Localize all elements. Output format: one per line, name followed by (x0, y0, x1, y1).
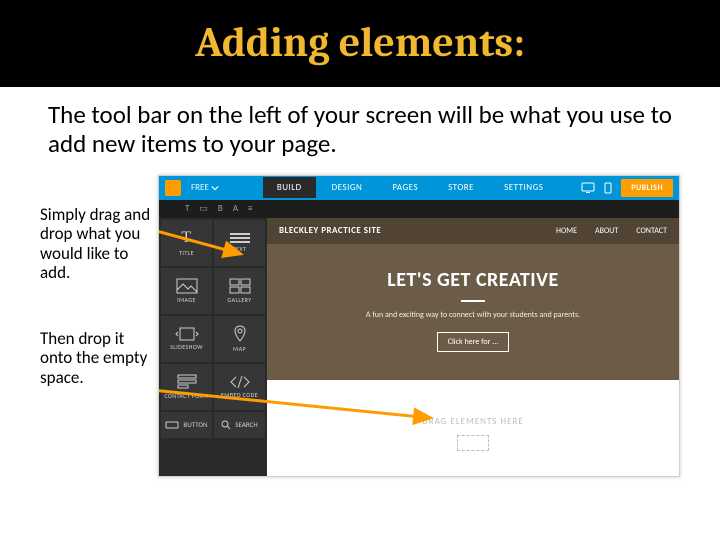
publish-button[interactable]: PUBLISH (621, 179, 673, 197)
button-icon (165, 421, 179, 429)
hero-cta-button[interactable]: Click here for ... (437, 332, 510, 352)
hero-heading[interactable]: LET'S GET CREATIVE (287, 268, 659, 292)
tab-settings[interactable]: SETTINGS (490, 177, 557, 198)
desktop-preview-icon[interactable] (581, 181, 595, 195)
site-preview: BLECKLEY PRACTICE SITE HOME ABOUT CONTAC… (267, 218, 679, 476)
editor-screenshot: FREE BUILD DESIGN PAGES STORE SETTINGS P… (158, 175, 680, 477)
nav-home[interactable]: HOME (556, 226, 577, 236)
hero-section: LET'S GET CREATIVE A fun and exciting wa… (267, 244, 679, 368)
tab-store[interactable]: STORE (434, 177, 488, 198)
plan-label: FREE (191, 182, 209, 193)
map-pin-icon (231, 325, 249, 343)
intro-text: The tool bar on the left of your screen … (0, 87, 720, 169)
ql-align-icon[interactable]: ≡ (248, 203, 252, 214)
palette-image[interactable]: IMAGE (161, 268, 212, 314)
palette-search[interactable]: SEARCH (214, 412, 265, 438)
site-nav-bar: BLECKLEY PRACTICE SITE HOME ABOUT CONTAC… (267, 218, 679, 244)
palette-map[interactable]: MAP (214, 316, 265, 362)
palette-embed-code[interactable]: EMBED CODE (214, 364, 265, 410)
tab-build[interactable]: BUILD (263, 177, 316, 198)
ql-text-icon[interactable]: T (185, 203, 189, 214)
image-icon (176, 278, 198, 294)
editor-tabs: BUILD DESIGN PAGES STORE SETTINGS (263, 177, 558, 198)
mobile-preview-icon[interactable] (601, 181, 615, 195)
hero-divider (461, 300, 485, 302)
hero-subtext[interactable]: A fun and exciting way to connect with y… (287, 310, 659, 320)
palette-text[interactable]: TEXT (214, 220, 265, 266)
element-palette: T TITLE TEXT IMAGE GALLERY SLIDESH (159, 218, 267, 476)
slideshow-icon (175, 327, 199, 341)
instruction-1: Simply drag and drop what you would like… (40, 205, 158, 283)
palette-slideshow[interactable]: SLIDESHOW (161, 316, 212, 362)
title-icon: T (181, 229, 191, 247)
palette-contact-form[interactable]: CONTACT FORM (161, 364, 212, 410)
site-title[interactable]: BLECKLEY PRACTICE SITE (279, 225, 381, 236)
editor-quick-toolbar: T ▭ B A ≡ (159, 200, 679, 218)
palette-button[interactable]: BUTTON (161, 412, 212, 438)
form-icon (177, 374, 197, 390)
ql-image-icon[interactable]: ▭ (199, 203, 208, 214)
drop-placeholder-icon (457, 435, 489, 451)
gallery-icon (229, 278, 251, 294)
palette-gallery[interactable]: GALLERY (214, 268, 265, 314)
tab-design[interactable]: DESIGN (318, 177, 377, 198)
nav-contact[interactable]: CONTACT (636, 226, 667, 236)
page-title: Adding elements: (0, 0, 720, 87)
search-icon (221, 420, 231, 430)
code-icon (229, 375, 251, 389)
ql-font-icon[interactable]: A (233, 203, 238, 214)
nav-about[interactable]: ABOUT (595, 226, 618, 236)
plan-badge[interactable]: FREE (187, 182, 223, 193)
text-lines-icon (230, 233, 250, 243)
ql-bold-icon[interactable]: B (218, 203, 223, 214)
palette-title[interactable]: T TITLE (161, 220, 212, 266)
drop-hint: DRAG ELEMENTS HERE (267, 380, 679, 427)
instruction-2: Then drop it onto the empty space. (40, 329, 158, 388)
side-instructions: Simply drag and drop what you would like… (40, 175, 158, 434)
tab-pages[interactable]: PAGES (378, 177, 432, 198)
chevron-down-icon (211, 184, 219, 192)
drop-zone[interactable]: DRAG ELEMENTS HERE (267, 380, 679, 476)
weebly-logo-icon (165, 180, 181, 196)
editor-top-bar: FREE BUILD DESIGN PAGES STORE SETTINGS P… (159, 176, 679, 200)
